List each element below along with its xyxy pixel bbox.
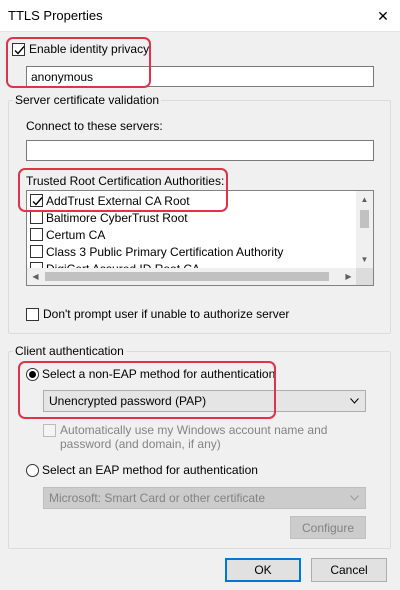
non-eap-label: Select a non-EAP method for authenticati… <box>42 367 276 381</box>
non-eap-method-value: Unencrypted password (PAP) <box>49 394 207 408</box>
eap-label: Select an EAP method for authentication <box>42 463 258 477</box>
cancel-button[interactable]: Cancel <box>311 558 387 582</box>
scroll-left-icon[interactable]: ◀ <box>27 268 44 285</box>
vertical-scroll-thumb[interactable] <box>360 210 369 228</box>
auto-use-windows-account-label: Automatically use my Windows account nam… <box>60 423 328 451</box>
radio-selected-dot <box>29 371 36 378</box>
client-auth-group-label: Client authentication <box>13 344 126 358</box>
ca-label: Baltimore CyberTrust Root <box>46 210 188 225</box>
ca-list-item[interactable]: AddTrust External CA Root <box>30 192 360 209</box>
eap-method-value: Microsoft: Smart Card or other certifica… <box>49 491 266 505</box>
connect-to-servers-input[interactable] <box>26 140 374 161</box>
ca-label: Class 3 Public Primary Certification Aut… <box>46 244 284 259</box>
ca-list-item[interactable]: Certum CA <box>30 226 360 243</box>
enable-identity-privacy-label: Enable identity privacy <box>29 42 150 56</box>
non-eap-method-select[interactable]: Unencrypted password (PAP) <box>43 390 366 412</box>
close-icon: ✕ <box>377 7 389 24</box>
configure-button[interactable]: Configure <box>290 516 366 539</box>
title-bar: TTLS Properties ✕ <box>0 0 400 31</box>
chevron-down-icon <box>350 398 359 404</box>
trusted-cas-list[interactable]: AddTrust External CA Root Baltimore Cybe… <box>26 190 374 286</box>
trusted-root-cas-label: Trusted Root Certification Authorities: <box>26 174 225 188</box>
connect-to-servers-label: Connect to these servers: <box>26 119 163 133</box>
eap-radio[interactable] <box>26 464 39 477</box>
ca-checkbox[interactable] <box>30 228 43 241</box>
close-button[interactable]: ✕ <box>366 2 400 30</box>
scroll-up-icon[interactable]: ▲ <box>356 191 373 208</box>
dont-prompt-checkbox[interactable] <box>26 308 39 321</box>
server-validation-group-label: Server certificate validation <box>13 93 162 107</box>
enable-identity-privacy-checkbox[interactable] <box>12 43 25 56</box>
scroll-corner <box>356 268 373 285</box>
dont-prompt-label: Don't prompt user if unable to authorize… <box>43 307 290 321</box>
ca-checkbox[interactable] <box>30 211 43 224</box>
checkmark-icon <box>32 197 43 206</box>
window-title: TTLS Properties <box>8 8 103 23</box>
ca-list-item[interactable]: Class 3 Public Primary Certification Aut… <box>30 243 360 260</box>
anonymous-identity-input[interactable]: anonymous <box>26 66 374 87</box>
scroll-down-icon[interactable]: ▼ <box>356 251 373 268</box>
ca-list-item[interactable]: Baltimore CyberTrust Root <box>30 209 360 226</box>
checkmark-icon <box>14 46 25 55</box>
non-eap-radio[interactable] <box>26 368 39 381</box>
eap-method-select[interactable]: Microsoft: Smart Card or other certifica… <box>43 487 366 509</box>
horizontal-scroll-thumb[interactable] <box>45 272 329 281</box>
auto-use-windows-account-checkbox[interactable] <box>43 424 56 437</box>
ca-label: Certum CA <box>46 227 106 242</box>
ca-label: AddTrust External CA Root <box>46 193 190 208</box>
scroll-right-icon[interactable]: ▶ <box>340 268 357 285</box>
horizontal-scrollbar[interactable]: ◀ ▶ <box>27 268 373 285</box>
ca-checkbox[interactable] <box>30 245 43 258</box>
chevron-down-icon <box>350 495 359 501</box>
ca-checkbox[interactable] <box>30 194 43 207</box>
ok-button[interactable]: OK <box>225 558 301 582</box>
